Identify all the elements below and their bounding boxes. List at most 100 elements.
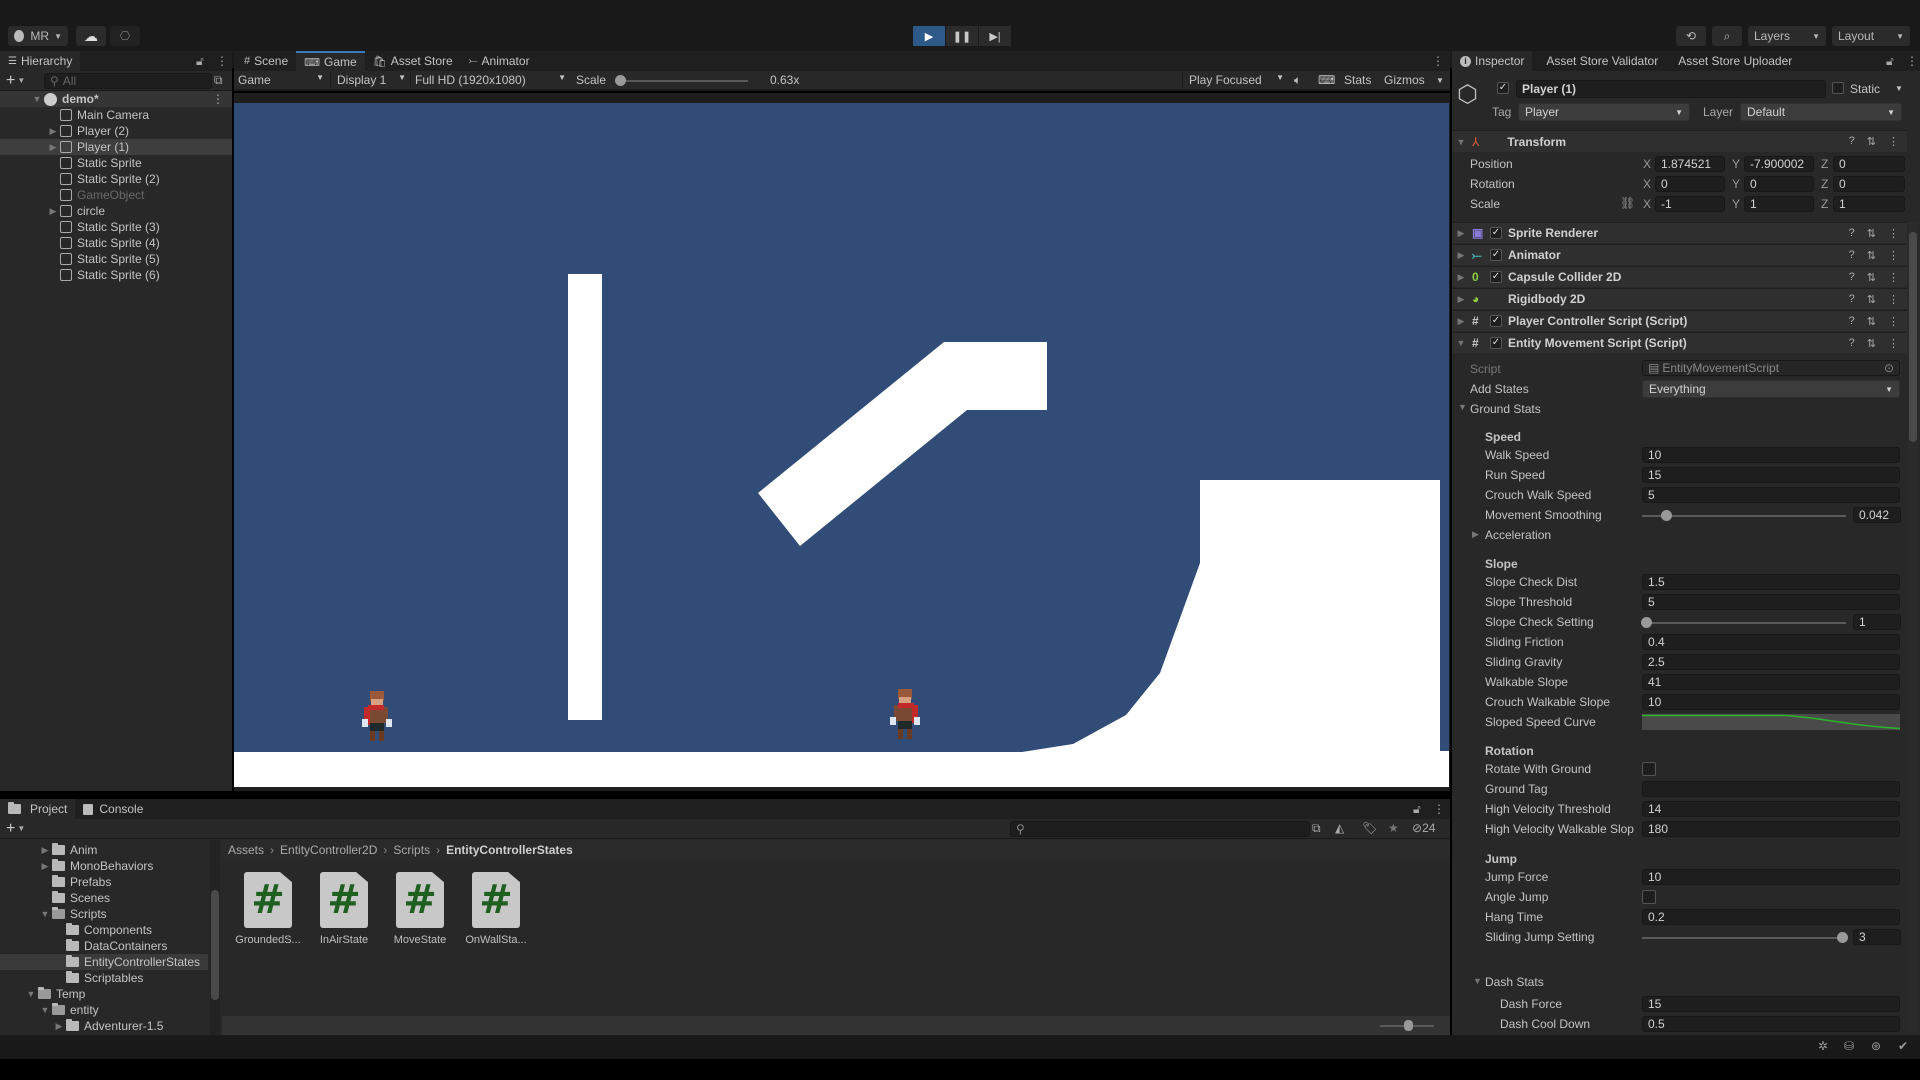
hierarchy-item[interactable]: Static Sprite (6): [0, 267, 232, 283]
angle-jump-checkbox[interactable]: [1642, 890, 1656, 904]
hierarchy-item[interactable]: Static Sprite (4): [0, 235, 232, 251]
scale-slider-knob[interactable]: [615, 75, 626, 86]
crouch-walk-speed-field[interactable]: 5: [1642, 487, 1900, 503]
component-header[interactable]: ▶ ◕ Rigidbody 2D? ⇅ ⋮: [1452, 288, 1907, 309]
project-folder[interactable]: ▶ Adventurer-1.5: [0, 1018, 208, 1034]
collab-button[interactable]: ⎔: [110, 26, 140, 46]
more-icon[interactable]: ⋮: [1432, 54, 1444, 68]
component-enabled-checkbox[interactable]: ✓: [1490, 337, 1502, 349]
component-enabled-checkbox[interactable]: ✓: [1490, 271, 1502, 283]
position-y-field[interactable]: -7.900002: [1744, 156, 1814, 172]
add-states-dropdown[interactable]: Everything ▼: [1642, 380, 1900, 398]
hidden-packages-button[interactable]: ⊘24: [1412, 821, 1435, 835]
tab-scene[interactable]: # Scene: [236, 51, 296, 71]
tab-asset-store[interactable]: 🛍 Asset Store: [365, 51, 461, 71]
hierarchy-item[interactable]: GameObject: [0, 187, 232, 203]
expand-arrow-icon[interactable]: ▶: [1456, 250, 1466, 261]
inspector-scrollbar[interactable]: [1908, 222, 1918, 1032]
component-header[interactable]: ▶ ▣ ✓ Sprite Renderer? ⇅ ⋮: [1452, 222, 1907, 243]
game-view[interactable]: [234, 103, 1449, 787]
resolution-dropdown[interactable]: Full HD (1920x1080) ▼: [410, 73, 566, 87]
slope-threshold-field[interactable]: 5: [1642, 594, 1900, 610]
tab-game[interactable]: ⌨ Game: [296, 51, 365, 71]
ground-tag-field[interactable]: [1642, 781, 1900, 797]
project-folder[interactable]: ▼ Scripts: [0, 906, 208, 922]
expand-arrow-icon[interactable]: ▼: [40, 909, 50, 919]
help-icon[interactable]: ?: [1849, 293, 1855, 306]
component-header[interactable]: ▼ # ✓ Entity Movement Script (Script)? ⇅ ⋮: [1452, 332, 1907, 353]
scrollbar-thumb[interactable]: [211, 890, 219, 1000]
tab-console[interactable]: Console: [75, 799, 151, 819]
tab-project[interactable]: Project: [0, 799, 76, 819]
search-scope-icon[interactable]: ⧉: [1312, 821, 1321, 836]
scale-z-field[interactable]: 1: [1833, 196, 1905, 212]
step-button[interactable]: ▶|: [979, 26, 1011, 46]
sliding-friction-field[interactable]: 0.4: [1642, 634, 1900, 650]
expand-arrow-icon[interactable]: ▼: [26, 989, 36, 999]
project-folder[interactable]: ▼ Temp: [0, 986, 208, 1002]
pause-button[interactable]: ❚❚: [946, 26, 978, 46]
cloud-button[interactable]: ☁: [76, 26, 106, 46]
project-folder[interactable]: Scriptables: [0, 970, 208, 986]
more-icon[interactable]: ⋮: [1906, 54, 1918, 68]
project-tree-scrollbar[interactable]: [210, 840, 220, 1035]
layers-dropdown[interactable]: Layers ▼: [1748, 26, 1826, 46]
preset-icon[interactable]: ⇅: [1867, 315, 1876, 328]
more-icon[interactable]: ⋮: [1888, 293, 1899, 306]
expand-arrow-icon[interactable]: ▶: [1456, 316, 1466, 327]
preset-icon[interactable]: ⇅: [1867, 135, 1876, 148]
gizmos-button[interactable]: Gizmos: [1384, 73, 1425, 87]
movement-smoothing-slider[interactable]: [1642, 515, 1846, 517]
chevron-down-icon[interactable]: ▼: [1436, 76, 1444, 85]
scale-x-field[interactable]: -1: [1655, 196, 1725, 212]
hierarchy-search-input[interactable]: ⚲ All: [44, 73, 212, 89]
expand-arrow-icon[interactable]: ▶: [54, 1021, 64, 1032]
gameobject-cube-icon[interactable]: ⬡: [1457, 80, 1478, 109]
help-icon[interactable]: ?: [1849, 337, 1855, 350]
tab-inspector[interactable]: i Inspector: [1452, 51, 1533, 71]
more-icon[interactable]: ⋮: [1888, 337, 1899, 350]
script-asset[interactable]: # MoveState: [382, 872, 458, 946]
project-folder[interactable]: ▶ Anim: [0, 842, 208, 858]
movement-smoothing-value-field[interactable]: 0.042: [1853, 507, 1901, 523]
expand-arrow-icon[interactable]: ▼: [40, 1005, 50, 1015]
breadcrumb-item[interactable]: EntityController2D: [280, 843, 377, 857]
more-icon[interactable]: ⋮: [216, 54, 228, 68]
expand-arrow-icon[interactable]: ▶: [1456, 294, 1466, 305]
high-velocity-walkable-slope-field[interactable]: 180: [1642, 821, 1900, 837]
preset-icon[interactable]: ⇅: [1867, 227, 1876, 240]
sloped-speed-curve-field[interactable]: [1642, 714, 1900, 730]
chevron-down-icon[interactable]: ▼: [1895, 84, 1903, 93]
preset-icon[interactable]: ⇅: [1867, 249, 1876, 262]
scrollbar-thumb[interactable]: [1909, 232, 1917, 442]
play-mode-dropdown[interactable]: Play Focused ▼: [1182, 73, 1284, 87]
component-header[interactable]: ▶ 0 ✓ Capsule Collider 2D? ⇅ ⋮: [1452, 266, 1907, 287]
progress-ok-icon[interactable]: ✔: [1898, 1039, 1908, 1053]
search-button[interactable]: ⌕: [1712, 26, 1742, 46]
hierarchy-item[interactable]: Static Sprite (3): [0, 219, 232, 235]
script-reference-field[interactable]: ▤ EntityMovementScript ⊙: [1642, 360, 1900, 376]
rotation-x-field[interactable]: 0: [1655, 176, 1725, 192]
object-name-field[interactable]: Player (1): [1516, 80, 1826, 98]
filter-by-type-icon[interactable]: ◭: [1335, 821, 1344, 835]
hierarchy-item[interactable]: Static Sprite (2): [0, 171, 232, 187]
help-icon[interactable]: ?: [1849, 227, 1855, 240]
more-icon[interactable]: ⋮: [1888, 249, 1899, 262]
lock-icon[interactable]: 🔓︎: [1413, 802, 1421, 817]
favorites-star-icon[interactable]: ★: [1388, 821, 1399, 835]
project-folder[interactable]: Scenes: [0, 890, 208, 906]
help-icon[interactable]: ?: [1849, 135, 1855, 148]
hierarchy-item[interactable]: Main Camera: [0, 107, 232, 123]
tag-dropdown[interactable]: Player ▼: [1518, 103, 1690, 121]
tab-animator[interactable]: ⤚ Animator: [461, 51, 538, 71]
lock-icon[interactable]: 🔓︎: [1886, 54, 1894, 69]
expand-arrow-icon[interactable]: ▶: [40, 845, 50, 856]
tab-asset-store-uploader[interactable]: Asset Store Uploader: [1670, 51, 1800, 71]
more-icon[interactable]: ⋮: [1888, 227, 1899, 240]
project-search-input[interactable]: ⚲: [1010, 821, 1310, 837]
slope-check-setting-slider-knob[interactable]: [1641, 617, 1652, 628]
filter-by-label-icon[interactable]: 🏷︎: [1362, 821, 1377, 835]
run-speed-field[interactable]: 15: [1642, 467, 1900, 483]
script-asset[interactable]: # InAirState: [306, 872, 382, 946]
tab-hierarchy[interactable]: ☰ Hierarchy: [0, 51, 81, 71]
